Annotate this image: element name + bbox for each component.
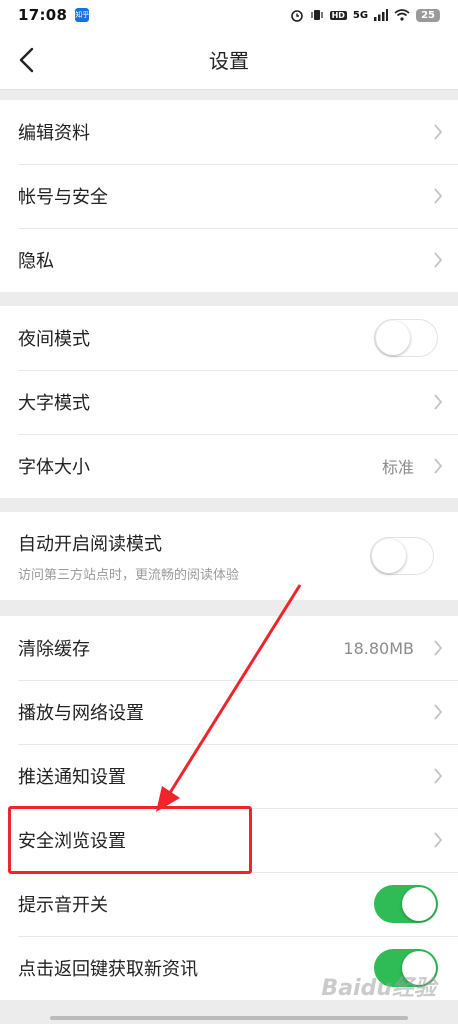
row-label: 夜间模式 bbox=[18, 329, 90, 350]
chevron-right-icon bbox=[434, 768, 443, 784]
back-button[interactable] bbox=[12, 42, 46, 78]
row-label: 帐号与安全 bbox=[18, 187, 108, 208]
status-time: 17:08 bbox=[18, 6, 68, 24]
battery-icon: 25 bbox=[416, 8, 440, 22]
general-settings-group: 清除缓存 18.80MB 播放与网络设置 推送通知设置 安全浏览设置 提示音开关… bbox=[0, 616, 458, 1000]
chevron-right-icon bbox=[434, 640, 443, 656]
row-label: 提示音开关 bbox=[18, 895, 108, 916]
edit-profile-row[interactable]: 编辑资料 bbox=[0, 100, 458, 164]
row-label: 编辑资料 bbox=[18, 123, 90, 144]
row-description: 访问第三方站点时，更流畅的阅读体验 bbox=[18, 567, 240, 583]
sound-row: 提示音开关 bbox=[0, 872, 458, 936]
toggle-knob bbox=[376, 321, 410, 355]
font-size-value: 标准 bbox=[381, 458, 414, 477]
chevron-right-icon bbox=[434, 124, 443, 140]
chevron-right-icon bbox=[434, 832, 443, 848]
alarm-icon bbox=[290, 10, 303, 22]
row-label: 播放与网络设置 bbox=[18, 703, 144, 724]
toggle-knob bbox=[402, 887, 436, 921]
row-label: 清除缓存 bbox=[18, 639, 90, 660]
auto-reader-mode-row: 自动开启阅读模式 访问第三方站点时，更流畅的阅读体验 bbox=[0, 512, 458, 600]
font-size-row[interactable]: 字体大小 标准 bbox=[0, 434, 458, 498]
app-notification-icon: 知乎 bbox=[75, 8, 90, 22]
night-mode-row: 夜间模式 bbox=[0, 306, 458, 370]
vibrate-icon bbox=[310, 10, 323, 20]
signal-icon bbox=[374, 9, 389, 21]
safe-browsing-row[interactable]: 安全浏览设置 bbox=[0, 808, 458, 872]
chevron-left-icon bbox=[19, 47, 34, 73]
status-icons: HD 5G 25 bbox=[290, 8, 440, 22]
clear-cache-row[interactable]: 清除缓存 18.80MB bbox=[0, 616, 458, 680]
display-settings-group: 夜间模式 大字模式 字体大小 标准 bbox=[0, 306, 458, 498]
chevron-right-icon bbox=[434, 188, 443, 204]
toggle-knob bbox=[372, 539, 406, 573]
night-mode-toggle[interactable] bbox=[374, 319, 438, 357]
chevron-right-icon bbox=[434, 394, 443, 410]
row-label: 点击返回键获取新资讯 bbox=[18, 959, 198, 980]
auto-reader-mode-toggle[interactable] bbox=[370, 537, 434, 575]
cache-size-value: 18.80MB bbox=[343, 638, 414, 658]
hd-icon: HD bbox=[329, 10, 347, 20]
status-bar: 17:08 知乎 HD 5G 25 bbox=[0, 0, 458, 30]
profile-settings-group: 编辑资料 帐号与安全 隐私 bbox=[0, 100, 458, 292]
page-title: 设置 bbox=[209, 49, 249, 73]
network-type: 5G bbox=[352, 9, 369, 21]
back-refresh-row: 点击返回键获取新资讯 bbox=[0, 936, 458, 1000]
row-label: 自动开启阅读模式 bbox=[18, 533, 162, 555]
toggle-knob bbox=[402, 951, 436, 985]
sound-toggle[interactable] bbox=[374, 885, 438, 923]
row-label: 大字模式 bbox=[18, 393, 90, 414]
row-label: 隐私 bbox=[18, 251, 54, 272]
row-label: 安全浏览设置 bbox=[18, 831, 126, 852]
chevron-right-icon bbox=[434, 458, 443, 474]
playback-network-row[interactable]: 播放与网络设置 bbox=[0, 680, 458, 744]
push-notification-row[interactable]: 推送通知设置 bbox=[0, 744, 458, 808]
large-text-row[interactable]: 大字模式 bbox=[0, 370, 458, 434]
top-app-bar: 设置 bbox=[0, 30, 458, 90]
chevron-right-icon bbox=[434, 252, 443, 268]
reader-mode-group: 自动开启阅读模式 访问第三方站点时，更流畅的阅读体验 bbox=[0, 512, 458, 600]
row-label: 推送通知设置 bbox=[18, 767, 126, 788]
row-label: 字体大小 bbox=[18, 457, 90, 478]
privacy-row[interactable]: 隐私 bbox=[0, 228, 458, 292]
back-refresh-toggle[interactable] bbox=[374, 949, 438, 987]
account-security-row[interactable]: 帐号与安全 bbox=[0, 164, 458, 228]
home-indicator bbox=[50, 1016, 408, 1020]
chevron-right-icon bbox=[434, 704, 443, 720]
wifi-icon bbox=[394, 9, 410, 21]
